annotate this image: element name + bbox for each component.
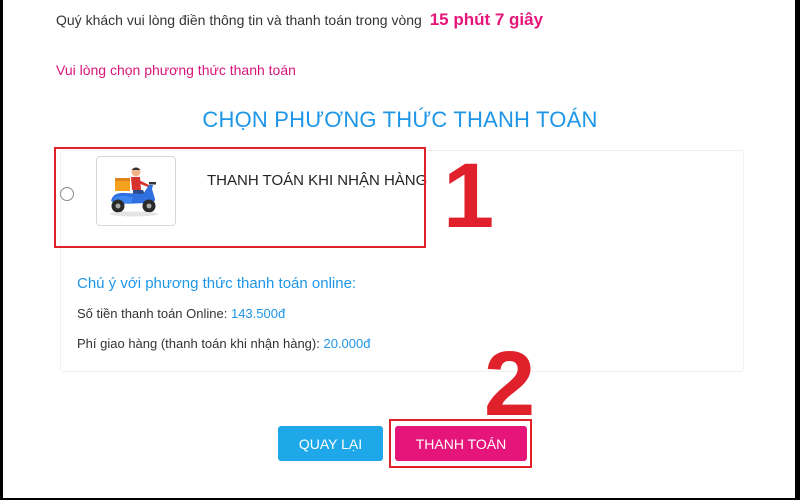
- shipping-fee-value: 20.000đ: [323, 336, 371, 351]
- online-amount-value: 143.500đ: [230, 306, 286, 321]
- highlight-box-cod: [54, 147, 426, 248]
- shipping-fee-line: Phí giao hàng (thanh toán khi nhận hàng)…: [77, 336, 370, 351]
- select-method-notice: Vui lòng chọn phương thức thanh toán: [56, 62, 296, 78]
- timer-line: Quý khách vui lòng điền thông tin và tha…: [56, 10, 543, 30]
- online-note-title: Chú ý với phương thức thanh toán online:: [77, 275, 357, 292]
- online-amount-line: Số tiền thanh toán Online: 143.500đ: [77, 306, 285, 321]
- countdown-timer: 15 phút 7 giây: [429, 10, 544, 29]
- step-2-annotation: 2: [484, 333, 536, 435]
- timer-text: Quý khách vui lòng điền thông tin và tha…: [56, 12, 422, 28]
- online-amount-label: Số tiền thanh toán Online:: [77, 306, 228, 321]
- pay-button[interactable]: THANH TOÁN: [395, 426, 527, 461]
- back-button[interactable]: QUAY LẠI: [278, 426, 383, 461]
- step-1-annotation: 1: [443, 145, 495, 247]
- shipping-fee-label: Phí giao hàng (thanh toán khi nhận hàng)…: [77, 336, 320, 351]
- section-title: CHỌN PHƯƠNG THỨC THANH TOÁN: [202, 107, 598, 132]
